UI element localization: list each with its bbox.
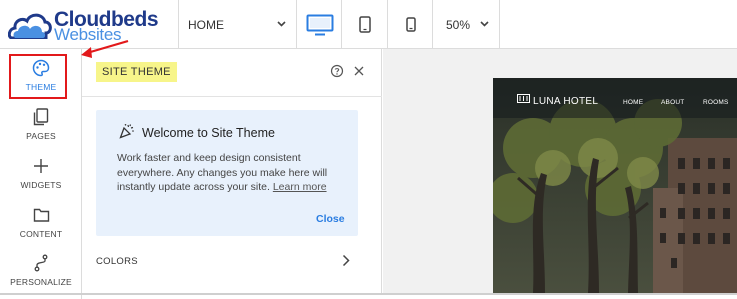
learn-more-link[interactable]: Learn more	[273, 181, 327, 193]
sidebar-item-label: WIDGETS	[20, 180, 62, 190]
bottom-border	[0, 293, 737, 295]
chevron-down-icon	[277, 21, 286, 27]
sidebar-item-label: THEME	[25, 82, 57, 92]
preview-nav-home[interactable]: HOME	[623, 99, 643, 106]
zoom-dropdown[interactable]: 50%	[433, 0, 499, 49]
sidebar-item-pages[interactable]: PAGES	[0, 108, 82, 158]
mobile-view-button[interactable]	[388, 0, 433, 49]
brand-subtitle: Websites	[54, 25, 122, 44]
route-icon	[34, 254, 48, 272]
palette-icon	[32, 59, 50, 77]
pages-icon	[33, 108, 49, 126]
sidebar-item-label: PAGES	[26, 131, 56, 141]
hotel-name: LUNA HOTEL	[533, 96, 599, 107]
party-popper-icon	[119, 124, 134, 139]
desktop-icon	[306, 14, 333, 35]
sidebar-item-widgets[interactable]: WIDGETS	[0, 157, 82, 207]
help-icon[interactable]	[330, 64, 344, 78]
plus-icon	[34, 159, 48, 173]
sidebar-item-label: PERSONALIZE	[10, 277, 72, 287]
sidebar-item-theme[interactable]: THEME	[0, 59, 82, 109]
preview-nav-about[interactable]: ABOUT	[661, 99, 684, 106]
close-icon[interactable]	[352, 64, 366, 78]
site-theme-panel: SITE THEME Welcome to Site Theme Work fa…	[82, 49, 382, 293]
sidebar-item-label: CONTENT	[19, 229, 63, 239]
preview-nav-rooms[interactable]: ROOMS	[703, 99, 729, 106]
welcome-card: Welcome to Site Theme Work faster and ke…	[96, 110, 358, 236]
left-sidebar: THEME PAGES WIDGETS CONTENT PERSONALIZE	[0, 49, 82, 299]
chevron-right-icon	[342, 254, 350, 267]
page-select-dropdown[interactable]: HOME	[178, 0, 296, 49]
site-preview[interactable]: LUNA HOTEL HOME ABOUT ROOMS	[493, 78, 737, 293]
panel-title: SITE THEME	[96, 62, 177, 82]
chevron-down-icon	[480, 21, 489, 27]
zoom-value: 50%	[446, 17, 471, 32]
tablet-view-button[interactable]	[342, 0, 387, 49]
colors-label: COLORS	[96, 256, 138, 267]
desktop-view-button[interactable]	[297, 0, 342, 49]
page-select-value: HOME	[188, 17, 224, 32]
preview-navbar: LUNA HOTEL HOME ABOUT ROOMS	[493, 78, 737, 118]
colors-section-row[interactable]: COLORS	[82, 249, 382, 273]
toolbar-divider	[499, 0, 500, 49]
mobile-icon	[405, 17, 416, 32]
sidebar-item-content[interactable]: CONTENT	[0, 206, 82, 256]
welcome-title: Welcome to Site Theme	[142, 126, 275, 140]
brand-logo[interactable]: Cloudbeds Websites	[8, 7, 159, 44]
preview-canvas: LUNA HOTEL HOME ABOUT ROOMS	[383, 49, 737, 293]
tablet-icon	[358, 16, 371, 33]
top-toolbar: Cloudbeds Websites HOME 50%	[0, 0, 737, 49]
welcome-close-button[interactable]: Close	[316, 213, 345, 225]
welcome-body: Work faster and keep design consistent e…	[117, 151, 347, 195]
cloud-logo-icon	[8, 13, 52, 39]
folder-icon	[33, 208, 49, 222]
hotel-logo-icon	[517, 94, 530, 103]
panel-header: SITE THEME	[82, 49, 382, 97]
